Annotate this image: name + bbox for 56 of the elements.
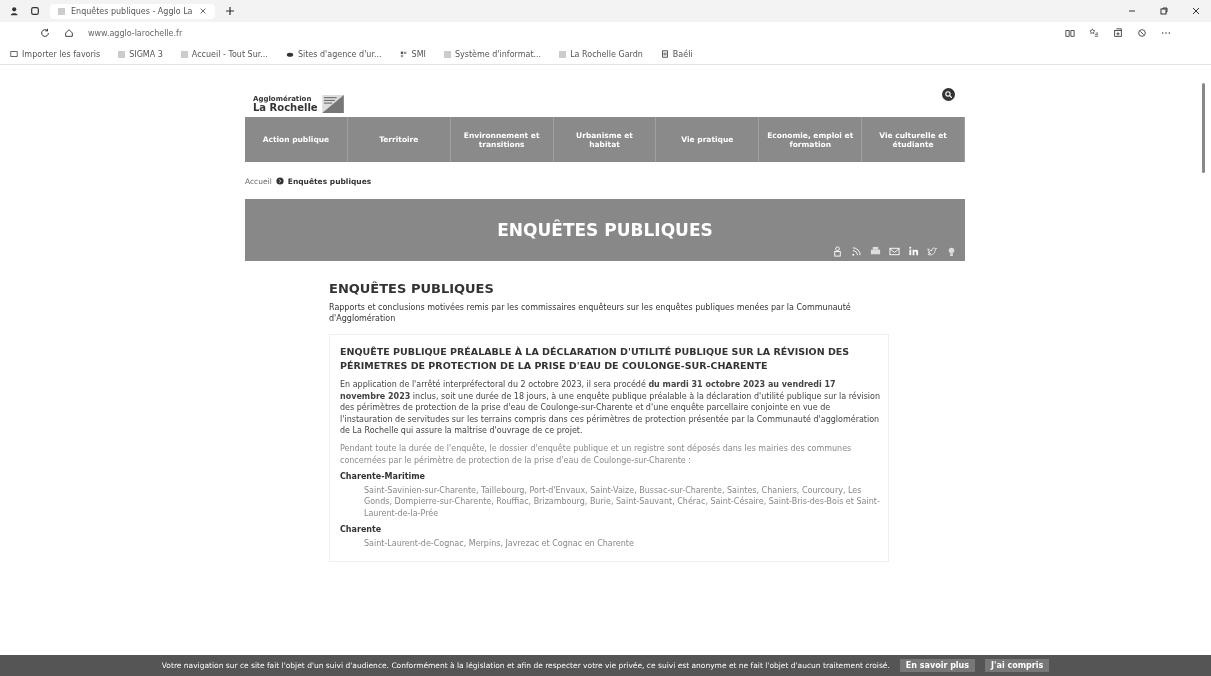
print-icon[interactable] — [870, 246, 881, 257]
logo-mark-icon — [321, 95, 344, 113]
document-icon — [660, 50, 669, 58]
extensions-icon[interactable] — [1137, 28, 1147, 38]
bookmark-item[interactable]: Accueil - Tout Sur... — [180, 49, 268, 59]
favicon-icon — [118, 50, 126, 58]
chevron-icon — [275, 177, 284, 185]
favicon-icon — [559, 50, 567, 58]
commune-list-item: Saint-Savinien-sur-Charente, Taillebourg, Port-d'Envaux, Saint-Vaize, Bussac-sur-Charente, Saintes, Chaniers, Courcoury, Les Gonds, Dompierre-sur-Charente, Rouffiac, Brizambourg, Burie, Saint-Sauvant, Chérac, Saint-Césaire, Saint-Bris-des-Bois et Saint-Laurent-de-la-Prée — [364, 485, 881, 519]
intro-text: Rapports et conclusions motivées remis par les commissaires enquêteurs sur les enquêtes publiques menées par la Communauté d'Agglomération — [329, 302, 852, 325]
twitter-icon[interactable] — [927, 246, 938, 257]
import-icon — [10, 50, 18, 58]
profile-icon[interactable] — [10, 6, 20, 16]
accessibility-icon[interactable] — [832, 246, 843, 257]
lightbulb-icon[interactable] — [946, 246, 957, 257]
mail-icon[interactable] — [889, 246, 900, 257]
browser-tab[interactable]: Enquêtes publiques - Agglo La — [50, 3, 215, 19]
grid-icon — [399, 50, 408, 58]
close-icon[interactable] — [198, 7, 207, 15]
bookmark-item[interactable]: Importer les favoris — [10, 49, 101, 59]
bookmark-item[interactable]: Sites d'agence d'ur... — [285, 49, 382, 59]
favicon-icon — [443, 50, 451, 58]
restore-icon[interactable] — [1159, 6, 1169, 16]
new-tab-icon[interactable] — [224, 6, 235, 16]
tabs-icon[interactable] — [30, 6, 40, 16]
article-paragraph: En application de l'arrêté interpréfectoral du 2 octobre 2023, il sera procédé du mardi 31 octobre 2023 au vendredi 17 novembre 2023 inclus, soit une durée de 18 jours, à une enquête publique préalable à la déclaration d'utilité publique sur la révision des périmètres de protection de la prise d'eau de Coulonge-sur-Charente et d'une enquête parcellaire conjointe en vue de l'instauration de servitudes sur les terrains compris dans ces périmètres de protection présentée par la Communauté d'agglomération de La Rochelle qui assure la maîtrise d'ouvrage de ce projet. — [340, 378, 882, 437]
section-heading: Charente — [340, 524, 383, 534]
cookie-button[interactable]: J'ai compris — [985, 659, 1050, 672]
cookie-button[interactable]: En savoir plus — [899, 659, 976, 672]
page-title: ENQUÊTES PUBLIQUES — [329, 281, 495, 296]
tab-title: Enquêtes publiques - Agglo La — [71, 6, 193, 16]
favicon-icon — [180, 50, 188, 58]
linkedin-icon[interactable] — [908, 246, 919, 257]
bookmark-item[interactable]: SMI — [399, 49, 426, 59]
article-paragraph: Pendant toute la durée de l'enquête, le dossier d'enquête publique et un registre sont déposés dans les mairies des communes concernées par le périmètre de protection de la prise d'eau de Coulonge-sur-Charente : — [340, 442, 853, 467]
commune-list-item: Saint-Laurent-de-Cognac, Merpins, Javrezac et Cognac en Charente — [364, 537, 635, 549]
scrollbar[interactable] — [1202, 83, 1205, 173]
favicon-icon — [58, 7, 65, 15]
home-icon[interactable] — [64, 28, 74, 38]
bookmark-item[interactable]: La Rochelle Gardn — [559, 49, 643, 59]
collections-icon[interactable] — [1113, 28, 1123, 38]
bookmark-item[interactable]: Système d'informat... — [443, 49, 542, 59]
bookmark-item[interactable]: Baéli — [660, 49, 693, 59]
reading-view-icon[interactable] — [1065, 28, 1075, 38]
logo-name: La Rochelle — [253, 103, 318, 113]
section-heading: Charente-Maritime — [340, 472, 426, 482]
reload-icon[interactable] — [40, 28, 50, 38]
favorites-icon[interactable] — [1089, 28, 1099, 38]
address-bar[interactable]: www.agglo-larochelle.fr — [88, 28, 183, 38]
banner-title: ENQUÊTES PUBLIQUES — [497, 220, 713, 240]
bookmark-item[interactable]: SIGMA 3 — [118, 49, 163, 59]
search-icon[interactable] — [942, 88, 955, 101]
close-icon[interactable] — [1191, 6, 1201, 16]
article-title: ENQUÊTE PUBLIQUE PRÉALABLE À LA DÉCLARATION D'UTILITÉ PUBLIQUE SUR LA RÉVISION DES PÉRIMETRES DE PROTECTION DE LA PRISE D'EAU DE COULONGE-SUR-CHARENTE — [340, 345, 851, 372]
rss-icon[interactable] — [851, 246, 862, 257]
cloud-icon — [285, 50, 294, 58]
